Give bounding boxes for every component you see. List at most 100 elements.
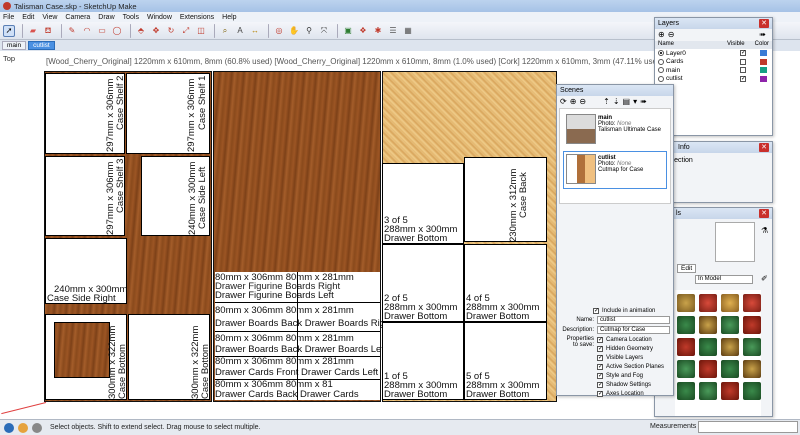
active-layer-radio[interactable] (658, 50, 664, 57)
visible-checkbox[interactable]: ✓ (740, 50, 746, 57)
collection-dropdown[interactable]: In Model (695, 275, 753, 284)
material-swatch[interactable] (677, 338, 695, 356)
push-pull-icon[interactable]: ⬘ (135, 25, 147, 37)
include-animation-checkbox[interactable]: ✓ (593, 307, 599, 314)
material-swatch[interactable] (743, 294, 761, 312)
property-checkbox[interactable]: ✓ (597, 364, 603, 370)
cut-piece[interactable]: 297mm x 306mm Case Shelf 2 (45, 73, 125, 154)
material-swatch[interactable] (721, 338, 739, 356)
cut-piece[interactable]: 3 of 5 288mm x 300mm Drawer Bottom (382, 163, 464, 244)
select-icon[interactable]: ➚ (3, 24, 15, 37)
layers-icon[interactable]: ☰ (387, 25, 399, 37)
eyedropper-icon[interactable]: ✐ (761, 274, 768, 283)
active-layer-radio[interactable] (658, 58, 664, 65)
menu-window[interactable]: Window (147, 14, 172, 21)
eraser-icon[interactable]: ▰ (27, 25, 39, 37)
cut-piece[interactable]: 240mm x 300mm Case Side Left (141, 156, 210, 236)
menu-edit[interactable]: Edit (22, 14, 34, 21)
material-swatch[interactable] (721, 382, 739, 400)
cut-piece[interactable]: 230mm x 312mm Case Back (464, 157, 547, 242)
visible-checkbox[interactable]: ✓ (740, 75, 746, 82)
active-layer-radio[interactable] (658, 75, 664, 82)
offset-icon[interactable]: ◫ (195, 25, 207, 37)
layer-color-swatch[interactable] (760, 75, 767, 82)
orbit-icon[interactable]: ◎ (273, 25, 285, 37)
material-swatch[interactable] (677, 294, 695, 312)
property-checkbox[interactable]: ✓ (597, 382, 603, 388)
layer-color-swatch[interactable] (760, 67, 767, 74)
circle-icon[interactable]: ◯ (111, 25, 123, 37)
material-swatch[interactable] (699, 294, 717, 312)
move-icon[interactable]: ✥ (150, 25, 162, 37)
rectangle-icon[interactable]: ▭ (96, 25, 108, 37)
tape-measure-icon[interactable]: ⌕ (219, 25, 231, 37)
scenes-icon[interactable]: ▦ (402, 25, 414, 37)
menu-file[interactable]: File (3, 14, 14, 21)
text-icon[interactable]: A (234, 25, 246, 37)
pick-icon[interactable]: ⚗ (761, 226, 768, 235)
scene-name-input[interactable]: cutlist (597, 316, 670, 325)
material-swatch[interactable] (743, 360, 761, 378)
dimension-icon[interactable]: ↔ (249, 25, 261, 37)
layer-color-swatch[interactable] (760, 50, 767, 57)
help-icon[interactable] (32, 422, 42, 433)
pan-icon[interactable]: ✋ (288, 25, 300, 37)
layer-row[interactable]: Layer0 ✓ (655, 49, 772, 58)
close-icon[interactable]: ✕ (759, 143, 769, 152)
material-swatch[interactable] (677, 360, 695, 378)
arc-icon[interactable]: ◠ (81, 25, 93, 37)
geo-location-icon[interactable] (4, 422, 14, 433)
tab-main[interactable]: main (2, 41, 27, 50)
scene-item-main[interactable]: main Photo: None Talisman Ultimate Case (563, 111, 667, 149)
cut-piece[interactable]: 5 of 5 288mm x 300mm Drawer Bottom (464, 322, 547, 400)
paint-bucket-icon[interactable]: ⛾ (42, 25, 54, 37)
rotate-icon[interactable]: ↻ (165, 25, 177, 37)
material-swatch[interactable] (677, 316, 695, 334)
cut-piece[interactable]: 300mm x 322mm Case Bottom (128, 314, 210, 400)
extension-icon[interactable]: ✱ (372, 25, 384, 37)
add-layer-icon[interactable]: ⊕ (658, 31, 665, 39)
cut-piece[interactable]: 297mm x 306mm Case Shelf 3 (45, 156, 125, 236)
property-checkbox[interactable]: ✓ (597, 337, 603, 343)
cut-piece[interactable]: 240mm x 300mm Case Side Right (45, 238, 127, 304)
cut-piece[interactable]: 1 of 5 288mm x 300mm Drawer Bottom (382, 322, 464, 400)
material-swatch[interactable] (743, 338, 761, 356)
material-swatch[interactable] (699, 382, 717, 400)
remove-scene-icon[interactable]: ⊖ (579, 98, 586, 106)
material-swatch[interactable] (743, 382, 761, 400)
layer-menu-icon[interactable]: ➠ (759, 31, 766, 39)
material-swatch[interactable] (699, 338, 717, 356)
layer-row[interactable]: cutlist ✓ (655, 75, 772, 84)
scene-description-input[interactable]: Cutmap for Case (597, 325, 670, 334)
scene-item-cutlist[interactable]: cutlist Photo: None Cutmap for Case (563, 151, 667, 189)
menu-help[interactable]: Help (222, 14, 236, 21)
add-scene-icon[interactable]: ⊕ (570, 98, 577, 106)
layer-color-swatch[interactable] (760, 58, 767, 65)
property-checkbox[interactable]: ✓ (597, 355, 603, 361)
component-icon[interactable]: ▣ (342, 25, 354, 37)
active-layer-radio[interactable] (658, 67, 664, 74)
material-swatch[interactable] (721, 316, 739, 334)
cut-piece[interactable]: 300mm x 322mm Case Bottom (45, 314, 127, 400)
menu-draw[interactable]: Draw (98, 14, 114, 21)
material-swatch[interactable] (699, 316, 717, 334)
property-checkbox[interactable]: ✓ (597, 391, 603, 397)
material-swatch[interactable] (743, 316, 761, 334)
remove-layer-icon[interactable]: ⊖ (668, 31, 675, 39)
visible-checkbox[interactable] (740, 58, 746, 65)
material-swatch[interactable] (677, 382, 695, 400)
visible-checkbox[interactable] (740, 67, 746, 74)
measurements-input[interactable] (698, 421, 798, 433)
zoom-icon[interactable]: ⚲ (303, 25, 315, 37)
scale-icon[interactable]: ⤢ (180, 25, 192, 37)
cut-piece[interactable]: 4 of 5 288mm x 300mm Drawer Bottom (464, 244, 547, 322)
menu-view[interactable]: View (42, 14, 57, 21)
close-icon[interactable]: ✕ (759, 19, 769, 28)
details-menu-icon[interactable]: ➠ (640, 98, 647, 106)
credits-icon[interactable] (18, 422, 28, 433)
menu-extensions[interactable]: Extensions (180, 14, 214, 21)
cut-piece[interactable]: 297mm x 306mm Case Shelf 1 (126, 73, 210, 154)
warehouse-icon[interactable]: ❖ (357, 25, 369, 37)
cut-piece[interactable]: 2 of 5 288mm x 300mm Drawer Bottom (382, 244, 464, 322)
zoom-extents-icon[interactable]: ⤧ (318, 25, 330, 37)
